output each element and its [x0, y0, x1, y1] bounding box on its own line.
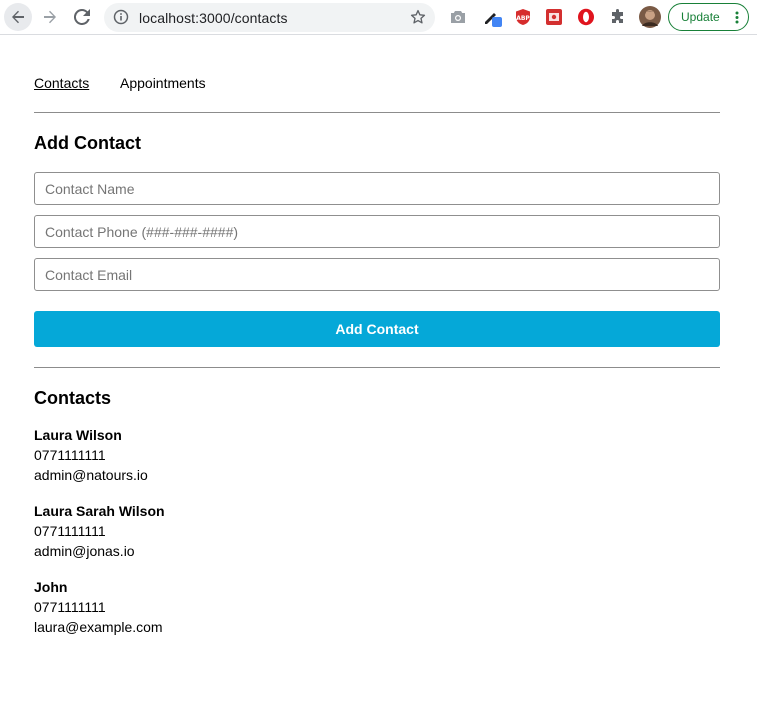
reload-icon	[74, 9, 90, 25]
divider	[34, 112, 720, 113]
adblock-extension-icon[interactable]: ABP	[513, 7, 533, 27]
contact-email: admin@natours.io	[34, 467, 148, 483]
contact-email: admin@jonas.io	[34, 543, 135, 559]
update-button[interactable]: Update	[668, 3, 749, 31]
browser-toolbar: localhost:3000/contacts ABP Update	[0, 0, 757, 35]
contact-email-input[interactable]	[34, 258, 720, 291]
contact-name: Laura Sarah Wilson	[34, 503, 165, 519]
arrow-right-icon	[44, 10, 56, 24]
contact-phone-input[interactable]	[34, 215, 720, 248]
contact-phone: 0771111111	[34, 523, 106, 539]
contact-phone: 0771111111	[34, 447, 106, 463]
contact-email: laura@example.com	[34, 619, 163, 635]
contact-card: Laura Sarah Wilson 0771111111 admin@jona…	[34, 501, 165, 561]
contact-phone: 0771111111	[34, 599, 106, 615]
red-extension-icon[interactable]	[544, 7, 564, 27]
add-contact-button[interactable]: Add Contact	[34, 311, 720, 347]
nav-link-contacts[interactable]: Contacts	[34, 75, 89, 91]
contact-name: Laura Wilson	[34, 427, 122, 443]
contact-card: John 0771111111 laura@example.com	[34, 577, 163, 637]
divider	[34, 367, 720, 368]
forward-button[interactable]	[36, 3, 64, 31]
opera-extension-icon[interactable]	[576, 7, 596, 27]
back-button[interactable]	[4, 3, 32, 31]
info-icon[interactable]	[113, 9, 129, 25]
contact-name: John	[34, 579, 68, 595]
arrow-left-icon	[12, 10, 24, 24]
url-text[interactable]: localhost:3000/contacts	[139, 10, 288, 26]
contact-name-input[interactable]	[34, 172, 720, 205]
contacts-heading: Contacts	[34, 388, 112, 408]
profile-avatar[interactable]	[639, 6, 661, 28]
add-contact-heading: Add Contact	[34, 133, 141, 153]
camera-extension-icon[interactable]	[448, 7, 468, 27]
reload-button[interactable]	[68, 3, 96, 31]
address-bar[interactable]: localhost:3000/contacts	[104, 3, 435, 32]
contact-card: Laura Wilson 0771111111 admin@natours.io	[34, 425, 148, 485]
update-label: Update	[681, 10, 720, 24]
bookmark-star-icon[interactable]	[409, 8, 427, 26]
color-picker-extension-icon[interactable]	[482, 7, 502, 27]
puzzle-extensions-icon[interactable]	[608, 7, 628, 27]
nav-link-appointments[interactable]: Appointments	[120, 75, 206, 91]
svg-text:ABP: ABP	[516, 15, 530, 22]
more-vert-icon[interactable]	[735, 11, 739, 24]
